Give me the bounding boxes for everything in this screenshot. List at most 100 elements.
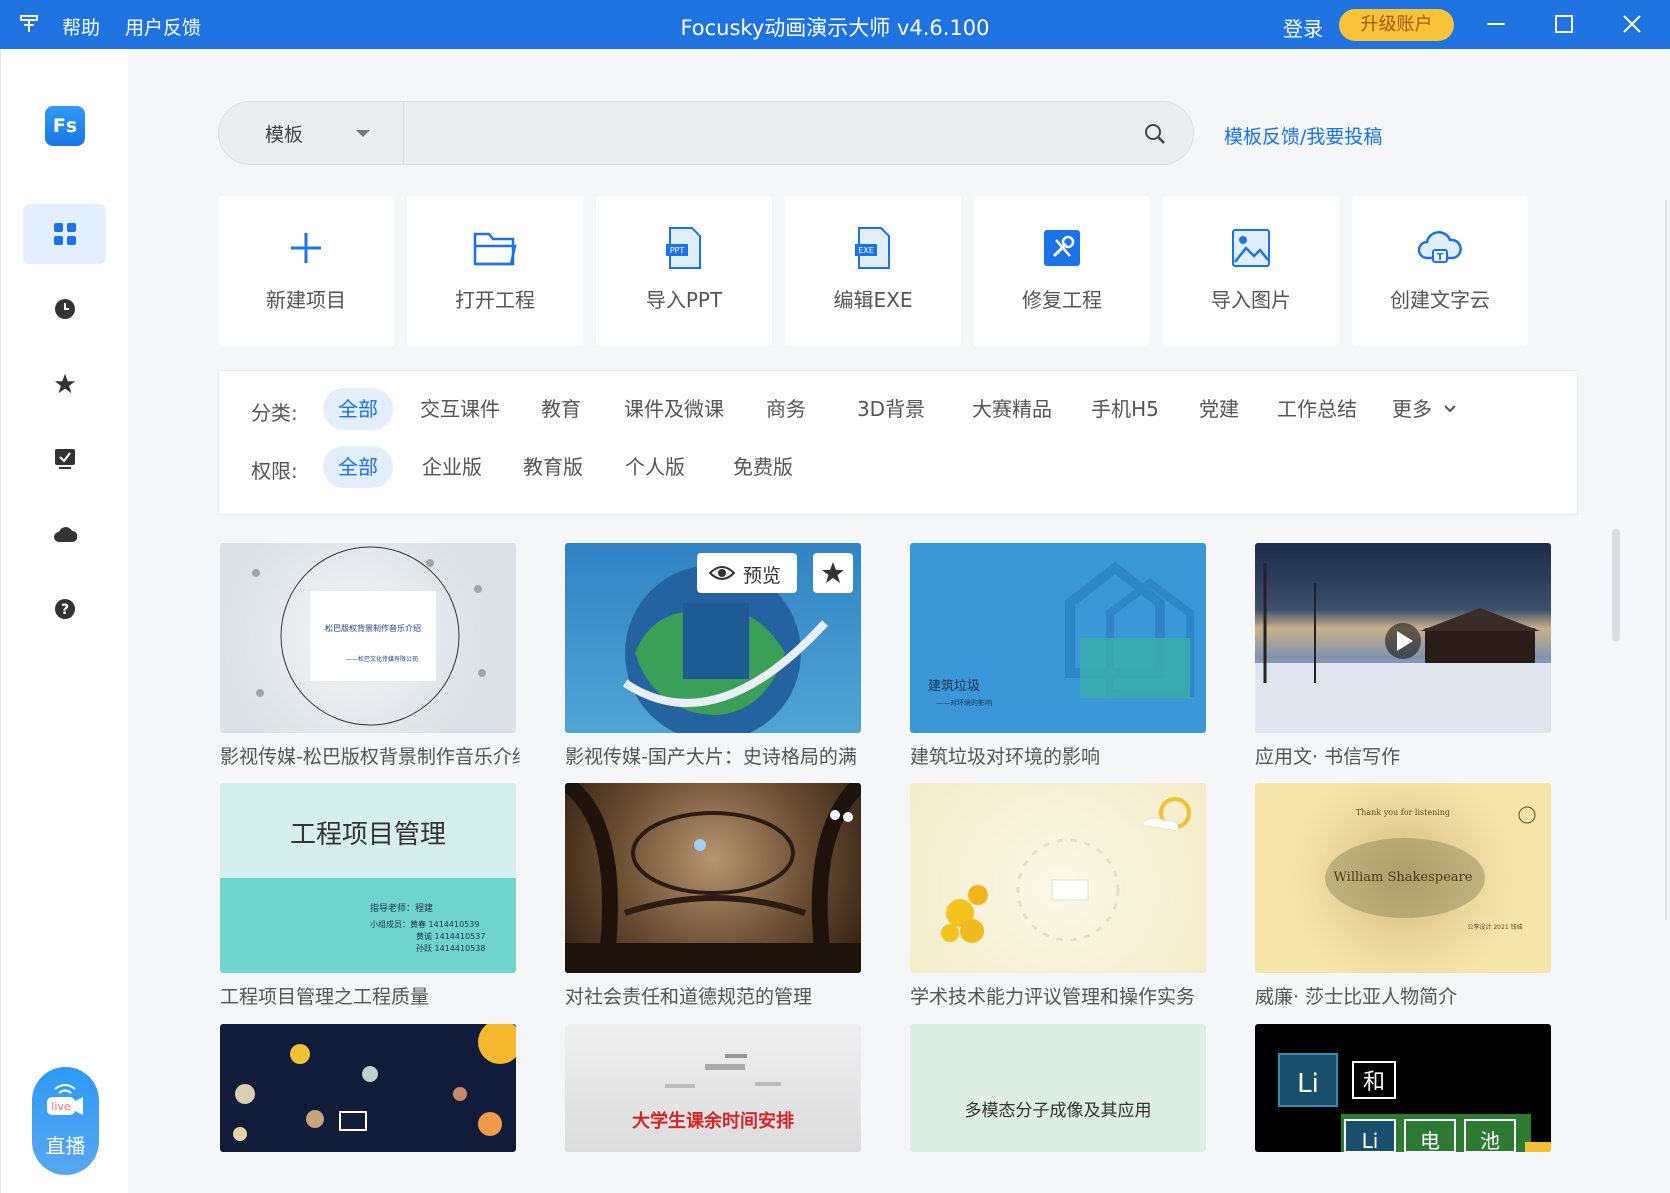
edit-exe-label: 编辑EXE bbox=[833, 288, 913, 312]
permission-chip[interactable]: 企业版 bbox=[415, 446, 489, 488]
clock-icon bbox=[54, 299, 75, 319]
template-card[interactable]: 多模态分子成像及其应用 bbox=[910, 1024, 1206, 1152]
template-card[interactable]: 建筑垃圾 ——对环境的影响 建筑垃圾对环境的影响 bbox=[910, 543, 1206, 773]
help-icon: ? bbox=[54, 599, 75, 619]
permission-chip[interactable]: 个人版 bbox=[618, 446, 692, 488]
template-card[interactable]: 松巴版权背景制作音乐介绍 ——松巴文化传媒有限公司 影视传媒-松巴版权背景制作音… bbox=[220, 543, 520, 773]
sidebar-item-help[interactable]: ? bbox=[23, 579, 106, 639]
template-card[interactable]: 工程项目管理 指导老师：程建 小组成员：黄春 1414410539 黄诚 141… bbox=[220, 783, 516, 1013]
preview-button[interactable]: 预览 bbox=[697, 553, 797, 593]
template-title: 应用文· 书信写作 bbox=[1255, 746, 1401, 768]
search-input[interactable] bbox=[405, 102, 1135, 164]
import-image-button[interactable]: 导入图片 bbox=[1163, 196, 1339, 346]
category-chip[interactable]: 课件及微课 bbox=[619, 388, 729, 430]
svg-text:Li: Li bbox=[1297, 1069, 1319, 1099]
template-thumbnail[interactable] bbox=[565, 783, 861, 973]
svg-text:——对环境的影响: ——对环境的影响 bbox=[936, 698, 992, 707]
sidebar-item-templates[interactable] bbox=[23, 204, 106, 264]
svg-text:松巴版权背景制作音乐介绍: 松巴版权背景制作音乐介绍 bbox=[325, 623, 421, 633]
open-project-button[interactable]: 打开工程 bbox=[407, 196, 583, 346]
sidebar-item-cloud[interactable] bbox=[23, 504, 106, 564]
category-chip[interactable]: 党建 bbox=[1189, 388, 1249, 430]
import-ppt-button[interactable]: PPT 导入PPT bbox=[596, 196, 772, 346]
close-icon[interactable] bbox=[1614, 8, 1650, 40]
template-thumbnail[interactable]: 建筑垃圾 ——对环境的影响 bbox=[910, 543, 1206, 733]
sidebar-item-favorites[interactable] bbox=[23, 354, 106, 414]
category-chip[interactable]: 教育 bbox=[531, 388, 591, 430]
template-title: 影视传媒-松巴版权背景制作音乐介绍 bbox=[220, 746, 520, 768]
category-chip[interactable]: 大赛精品 bbox=[964, 388, 1060, 430]
create-word-cloud-label: 创建文字云 bbox=[1390, 288, 1490, 312]
template-card[interactable]: 大学生课余时间安排 bbox=[565, 1024, 861, 1152]
template-card[interactable] bbox=[220, 1024, 516, 1152]
template-card[interactable]: 预览 影视传媒-国产大片：史诗格局的满 bbox=[565, 543, 861, 773]
more-categories-button[interactable]: 更多 bbox=[1384, 388, 1440, 430]
permission-chip[interactable]: 教育版 bbox=[516, 446, 590, 488]
category-chip[interactable]: 交互课件 bbox=[415, 388, 505, 430]
template-title: 学术技术能力评议管理和操作实务 bbox=[910, 986, 1196, 1008]
template-thumbnail[interactable]: 大学生课余时间安排 bbox=[565, 1024, 861, 1152]
app-logo: Fs bbox=[45, 106, 85, 146]
svg-text:工程项目管理: 工程项目管理 bbox=[290, 820, 446, 850]
template-thumbnail[interactable] bbox=[220, 1024, 516, 1152]
category-chip[interactable]: 工作总结 bbox=[1269, 388, 1365, 430]
template-card[interactable]: 对社会责任和道德规范的管理 bbox=[565, 783, 861, 1013]
template-thumbnail[interactable]: Thank you for listening William Shakespe… bbox=[1255, 783, 1551, 973]
edit-exe-button[interactable]: EXE 编辑EXE bbox=[785, 196, 961, 346]
permission-chip[interactable]: 全部 bbox=[323, 446, 393, 488]
svg-text:孙跃 1414410538: 孙跃 1414410538 bbox=[416, 943, 485, 953]
window-edge bbox=[1665, 200, 1667, 920]
new-project-label: 新建项目 bbox=[266, 288, 346, 312]
template-card[interactable]: 应用文· 书信写作 bbox=[1255, 543, 1551, 773]
menu-feedback[interactable]: 用户反馈 bbox=[125, 13, 201, 40]
category-chip[interactable]: 手机H5 bbox=[1081, 388, 1169, 430]
template-thumbnail[interactable]: 多模态分子成像及其应用 bbox=[910, 1024, 1206, 1152]
scrollbar[interactable] bbox=[1612, 529, 1620, 642]
repair-project-label: 修复工程 bbox=[1022, 288, 1102, 312]
svg-text:——松巴文化传媒有限公司: ——松巴文化传媒有限公司 bbox=[346, 655, 418, 663]
template-title: 影视传媒-国产大片：史诗格局的满 bbox=[565, 746, 857, 768]
search-type-dropdown[interactable]: 模板 bbox=[219, 102, 404, 164]
live-badge: live bbox=[51, 1100, 71, 1113]
permission-chip[interactable]: 免费版 bbox=[726, 446, 800, 488]
category-chip[interactable]: 3D背景 bbox=[841, 388, 941, 430]
template-card[interactable]: 学术技术能力评议管理和操作实务 bbox=[910, 783, 1206, 1013]
new-project-button[interactable]: 新建项目 bbox=[218, 196, 394, 346]
repair-project-button[interactable]: 修复工程 bbox=[974, 196, 1150, 346]
category-chip[interactable]: 商务 bbox=[756, 388, 816, 430]
create-word-cloud-button[interactable]: T 创建文字云 bbox=[1352, 196, 1528, 346]
template-thumbnail[interactable]: 预览 bbox=[565, 543, 861, 733]
template-feedback-link[interactable]: 模板反馈/我要投稿 bbox=[1224, 122, 1382, 149]
template-thumbnail[interactable]: 工程项目管理 指导老师：程建 小组成员：黄春 1414410539 黄诚 141… bbox=[220, 783, 516, 973]
minimize-icon[interactable] bbox=[1478, 8, 1514, 40]
star-icon bbox=[822, 562, 844, 583]
upgrade-account-button[interactable]: 升级账户 bbox=[1339, 9, 1454, 41]
cloud-icon bbox=[53, 527, 77, 542]
folder-icon bbox=[473, 232, 517, 266]
exe-file-icon: EXE bbox=[855, 227, 890, 269]
title-bar: 帮助 用户反馈 Focusky动画演示大师 v4.6.100 登录 升级账户 bbox=[0, 0, 1670, 49]
svg-text:大学生课余时间安排: 大学生课余时间安排 bbox=[632, 1110, 794, 1132]
template-thumbnail[interactable] bbox=[910, 783, 1206, 973]
task-check-icon bbox=[54, 449, 75, 469]
login-button[interactable]: 登录 bbox=[1283, 13, 1323, 42]
search-icon[interactable] bbox=[1143, 122, 1167, 146]
menu-help[interactable]: 帮助 bbox=[62, 13, 100, 40]
category-chip[interactable]: 全部 bbox=[323, 388, 393, 430]
template-thumbnail[interactable] bbox=[1255, 543, 1551, 733]
svg-text:T: T bbox=[1437, 252, 1444, 263]
template-thumbnail[interactable]: 松巴版权背景制作音乐介绍 ——松巴文化传媒有限公司 bbox=[220, 543, 516, 733]
live-button[interactable]: live 直播 bbox=[32, 1067, 99, 1175]
sidebar-item-tasks[interactable] bbox=[23, 429, 106, 489]
word-cloud-icon: T bbox=[1417, 231, 1462, 263]
favorite-button[interactable] bbox=[813, 553, 853, 593]
template-card[interactable]: Li 和 Li 电 池 bbox=[1255, 1024, 1551, 1152]
template-card[interactable]: Thank you for listening William Shakespe… bbox=[1255, 783, 1551, 1013]
svg-text:建筑垃圾: 建筑垃圾 bbox=[928, 678, 980, 694]
pin-icon[interactable] bbox=[14, 11, 44, 37]
maximize-icon[interactable] bbox=[1546, 8, 1582, 40]
sidebar-item-recent[interactable] bbox=[23, 279, 106, 339]
template-thumbnail[interactable]: Li 和 Li 电 池 bbox=[1255, 1024, 1551, 1152]
permission-label: 权限: bbox=[251, 459, 298, 483]
search-bar: 模板 bbox=[218, 101, 1194, 165]
